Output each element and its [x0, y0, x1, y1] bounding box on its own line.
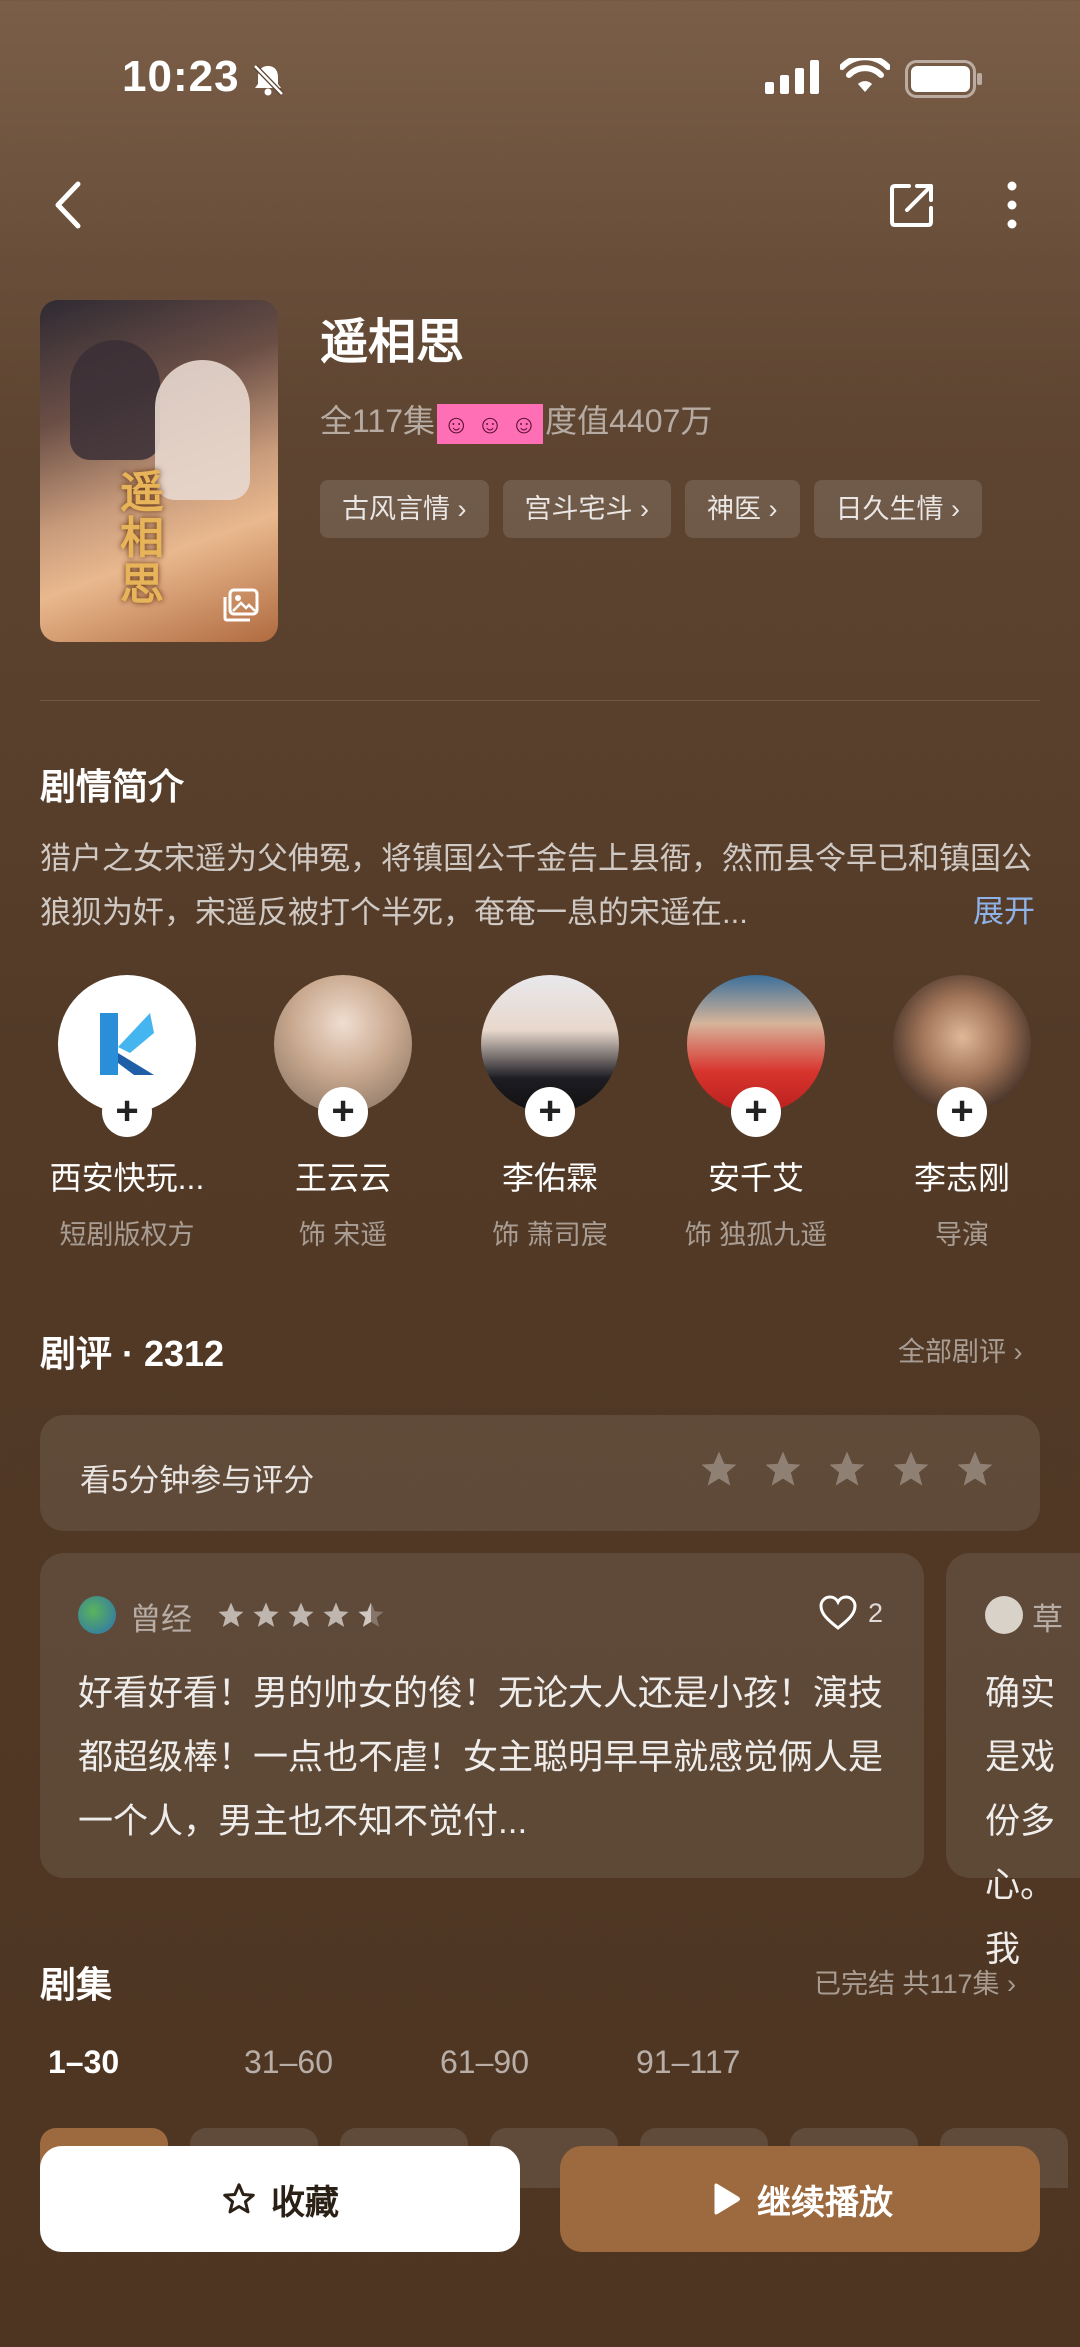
- cast-role: 饰 独孤九遥: [684, 1220, 828, 1250]
- share-icon[interactable]: [887, 180, 937, 230]
- sticker-overlay: ☺ ☺ ☺: [437, 403, 544, 444]
- rating-prompt-text: 看5分钟参与评分: [80, 1463, 315, 1498]
- cast-role: 短剧版权方: [59, 1220, 195, 1250]
- cell-signal-icon: [765, 60, 819, 94]
- cast-list: + 西安快玩... 短剧版权方 + 王云云 饰 宋遥 + 李佑霖 饰 萧司宸 +…: [0, 975, 1080, 1255]
- cast-name: 李佑霖: [501, 1160, 598, 1196]
- avatar: [985, 1596, 1023, 1634]
- favorite-button[interactable]: 收藏: [40, 2146, 520, 2252]
- continue-play-button[interactable]: 继续播放: [560, 2146, 1040, 2252]
- follow-plus-button[interactable]: +: [102, 1087, 152, 1137]
- poster-title-text: 遥相思: [120, 467, 164, 610]
- like-count: 2: [868, 1598, 884, 1628]
- review-text: 好看好看！男的帅女的俊！无论大人还是小孩！演技都超级棒！一点也不虐！女主聪明早早…: [78, 1674, 884, 1841]
- star-icon: [253, 1602, 279, 1627]
- drama-meta: 全117集 ☺ ☺ ☺ 度值4407万: [320, 396, 712, 444]
- follow-plus-button[interactable]: +: [731, 1087, 781, 1137]
- episode-count: 全117集: [320, 403, 436, 439]
- tag-chip[interactable]: 神医: [685, 480, 800, 538]
- cast-item[interactable]: + 李佑霖 饰 萧司宸: [450, 975, 650, 1252]
- all-reviews-link[interactable]: 全部剧评 ›: [898, 1330, 1023, 1369]
- poster-figure: [70, 340, 160, 460]
- review-text: 确实是戏份多心。我: [985, 1674, 1056, 1969]
- star-outline-icon: [223, 2183, 255, 2214]
- star-icon[interactable]: [826, 1448, 868, 1490]
- star-icon[interactable]: [954, 1448, 996, 1490]
- half-star-icon: [358, 1602, 384, 1627]
- cast-role: 饰 宋遥: [298, 1220, 388, 1250]
- back-icon[interactable]: [48, 178, 88, 232]
- cast-role: 导演: [935, 1220, 989, 1250]
- cast-item[interactable]: + 安千艾 饰 独孤九遥: [656, 975, 856, 1252]
- tag-list: 古风言情 宫斗宅斗 神医 日久生情: [320, 480, 982, 538]
- cast-item[interactable]: + 王云云 饰 宋遥: [243, 975, 443, 1252]
- review-username: 曾经: [130, 1602, 192, 1637]
- avatar: [78, 1596, 116, 1634]
- synopsis-heading: 剧情简介: [40, 766, 185, 807]
- episode-range-tab[interactable]: 31–60: [244, 2044, 440, 2081]
- follow-plus-button[interactable]: +: [525, 1087, 575, 1137]
- cast-item[interactable]: + 李志刚 导演: [862, 975, 1062, 1252]
- cast-name: 西安快玩...: [49, 1160, 205, 1196]
- cast-role: 饰 萧司宸: [492, 1220, 608, 1250]
- play-label: 继续播放: [757, 2183, 893, 2222]
- follow-plus-button[interactable]: +: [937, 1087, 987, 1137]
- star-icon[interactable]: [698, 1448, 740, 1490]
- cast-name: 李志刚: [913, 1160, 1010, 1196]
- episode-range-tabs: 1–30 31–60 61–90 91–117: [48, 2044, 832, 2081]
- expand-button[interactable]: 展开: [973, 886, 1035, 931]
- tag-chip[interactable]: 古风言情: [320, 480, 489, 538]
- favorite-label: 收藏: [271, 2183, 339, 2222]
- cast-item[interactable]: + 西安快玩... 短剧版权方: [27, 975, 227, 1252]
- reviews-heading: 剧评 · 2312: [40, 1333, 225, 1374]
- tag-chip[interactable]: 宫斗宅斗: [502, 480, 671, 538]
- bell-muted-icon: [253, 64, 284, 96]
- synopsis-text: 猎户之女宋遥为父伸冤，将镇国公千金告上县衙，然而县令早已和镇国公狼狈为奸，宋遥反…: [40, 841, 1032, 930]
- episode-range-tab[interactable]: 91–117: [636, 2044, 832, 2081]
- review-username: 草: [1032, 1602, 1063, 1637]
- star-icon[interactable]: [762, 1448, 804, 1490]
- tag-chip[interactable]: 日久生情: [813, 480, 982, 538]
- drama-title: 遥相思: [320, 316, 465, 369]
- episode-range-tab[interactable]: 61–90: [440, 2044, 636, 2081]
- drama-poster[interactable]: 遥相思: [40, 300, 278, 642]
- more-options-icon[interactable]: [1000, 180, 1024, 230]
- play-icon: [714, 2183, 740, 2215]
- star-icon[interactable]: [890, 1448, 932, 1490]
- star-icon: [288, 1602, 314, 1627]
- cast-name: 王云云: [294, 1160, 391, 1196]
- cast-name: 安千艾: [707, 1160, 804, 1196]
- review-rating: [216, 1600, 386, 1630]
- star-icon: [323, 1602, 349, 1627]
- rating-stars[interactable]: [698, 1448, 996, 1490]
- heat-value: 度值4407万: [545, 403, 713, 439]
- episodes-heading: 剧集: [40, 1964, 113, 2005]
- like-heart-icon[interactable]: [818, 1594, 858, 1632]
- follow-plus-button[interactable]: +: [318, 1087, 368, 1137]
- gallery-icon[interactable]: [222, 588, 260, 622]
- episodes-status-link[interactable]: 已完结 共117集 ›: [814, 1962, 1016, 2001]
- episode-range-tab[interactable]: 1–30: [48, 2044, 244, 2081]
- wifi-icon: [840, 58, 890, 92]
- battery-icon: [905, 60, 982, 98]
- divider: [40, 700, 1040, 701]
- star-icon: [218, 1602, 244, 1627]
- status-time: 10:23: [122, 52, 240, 101]
